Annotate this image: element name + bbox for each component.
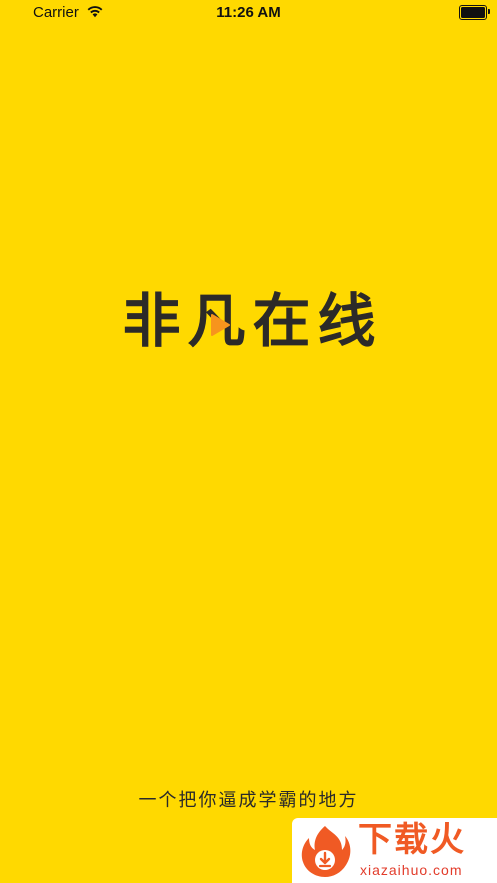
watermark-url: xiazaihuo.com [360, 862, 463, 878]
watermark-title: 下载火 [358, 820, 466, 860]
app-logo: 非 凡 在 线 [118, 288, 380, 354]
flame-logo-icon [301, 826, 351, 877]
battery-icon [459, 5, 490, 20]
logo-char-xian: 线 [317, 287, 375, 355]
status-time: 11:26 AM [216, 4, 281, 21]
splash-screen: Carrier 11:26 AM 非 凡 在 线 一个把你逼成学霸的地方 下 [0, 0, 497, 883]
status-bar: Carrier 11:26 AM [0, 0, 497, 26]
logo-char-zai: 在 [252, 287, 310, 355]
battery-level-fill [461, 7, 485, 18]
slogan-text: 一个把你逼成学霸的地方 [138, 790, 359, 811]
watermark: 下载火 xiazaihuo.com [292, 818, 497, 883]
logo-char-fei: 非 [122, 287, 180, 355]
play-icon [211, 314, 230, 336]
logo-char-fan: 凡 [183, 288, 248, 354]
